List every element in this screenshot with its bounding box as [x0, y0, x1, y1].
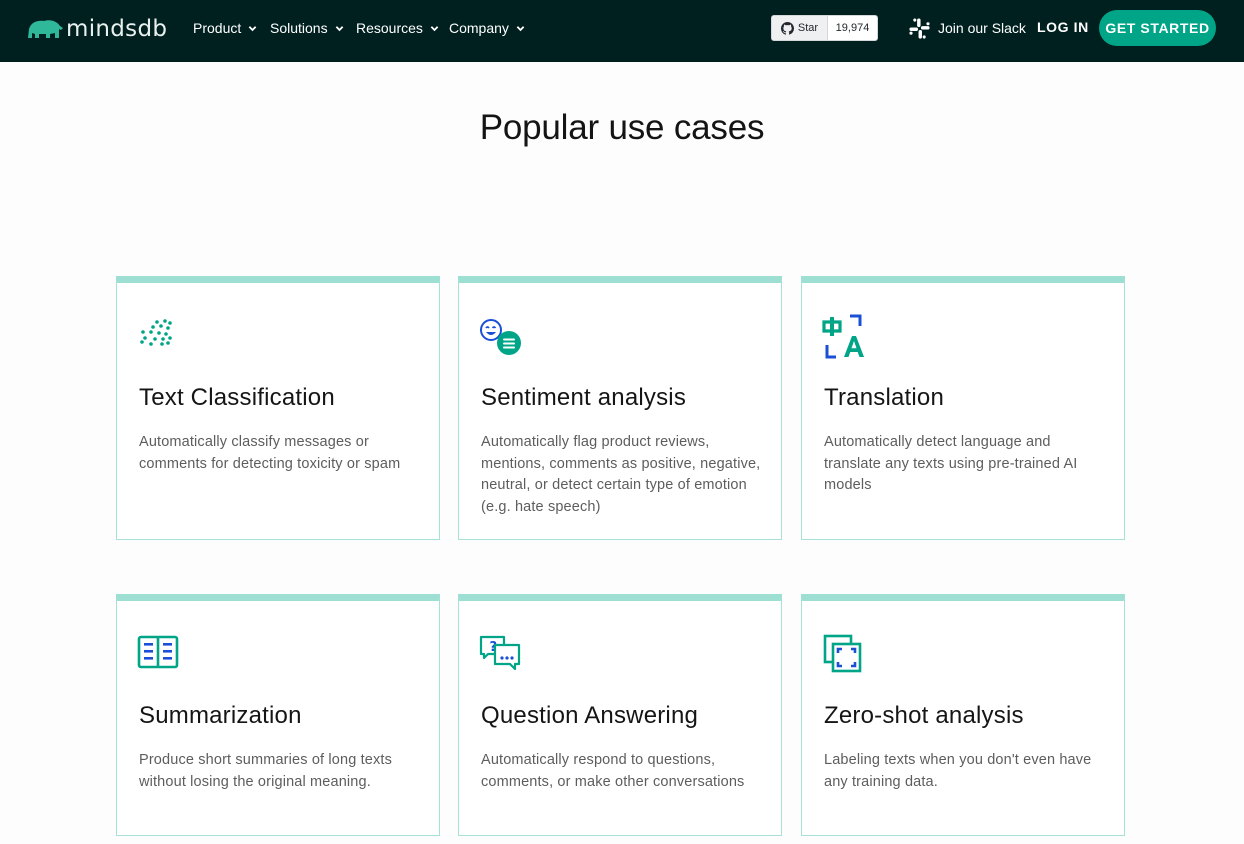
chevron-down-icon [430, 25, 439, 31]
get-started-button[interactable]: GET STARTED [1099, 10, 1216, 46]
card-description: Produce short summaries of long texts wi… [139, 752, 392, 790]
bear-logo-icon [28, 20, 63, 38]
card-title: Text Classification [139, 384, 335, 411]
question-chat-icon: ? [479, 631, 527, 679]
card-title: Sentiment analysis [481, 384, 687, 411]
card-description: Automatically classify messages or comme… [139, 434, 401, 472]
brand-name: mindsdb [66, 16, 168, 42]
emoji-chat-icon [479, 313, 527, 361]
nav-menu-resources[interactable]: Resources [356, 18, 439, 38]
use-case-card-summarization[interactable]: Summarization Produce short summaries of… [116, 594, 440, 836]
chevron-down-icon [248, 25, 257, 31]
section-title: Popular use cases [479, 108, 765, 147]
card-title: Question Answering [481, 702, 699, 729]
nav-menu-solutions[interactable]: Solutions [270, 18, 344, 38]
github-star-count: 19,974 [835, 22, 870, 34]
card-description: Automatically detect language and transl… [824, 434, 1078, 494]
use-case-card-zero-shot-analysis[interactable]: Zero-shot analysis Labeling texts when y… [801, 594, 1125, 836]
chevron-down-icon [335, 25, 343, 31]
card-title: Translation [824, 384, 945, 411]
brand-logo[interactable]: mindsdb [26, 14, 167, 44]
github-icon [780, 21, 794, 35]
translate-icon [822, 313, 870, 361]
nav-menu-product[interactable]: Product [193, 18, 257, 38]
github-star-label: Star [797, 22, 819, 34]
card-description: Automatically respond to questions, comm… [481, 752, 745, 790]
github-star-part: Star [772, 16, 828, 40]
nav-menu-label: Solutions [270, 20, 328, 36]
card-title: Summarization [139, 702, 302, 729]
nav-menu-label: Product [193, 20, 242, 36]
use-case-card-text-classification[interactable]: Text Classification Automatically classi… [116, 276, 440, 540]
slack-icon [909, 17, 930, 39]
dots-scatter-icon [137, 313, 185, 361]
chevron-down-icon [516, 25, 525, 31]
slack-label: Join our Slack [938, 20, 1026, 36]
card-title: Zero-shot analysis [824, 702, 1024, 729]
nav-menu-company[interactable]: Company [449, 18, 525, 38]
nav-menu-label: Resources [356, 20, 423, 36]
github-star-button[interactable]: Star 19,974 [771, 15, 878, 41]
focus-frame-icon [822, 631, 870, 679]
top-navbar: mindsdb Product Solutions Resources Comp… [0, 0, 1244, 62]
login-link[interactable]: LOG IN [1037, 19, 1089, 35]
use-case-card-translation[interactable]: Translation Automatically detect languag… [801, 276, 1125, 540]
join-slack-link[interactable]: Join our Slack [908, 16, 1026, 40]
open-book-icon [137, 631, 185, 679]
use-case-card-question-answering[interactable]: ? Question Answering Automatically respo… [458, 594, 782, 836]
nav-menu-label: Company [449, 20, 509, 36]
card-description: Labeling texts when you don't even have … [824, 752, 1092, 790]
card-description: Automatically flag product reviews, ment… [481, 434, 761, 516]
use-case-card-sentiment-analysis[interactable]: Sentiment analysis Automatically flag pr… [458, 276, 782, 540]
